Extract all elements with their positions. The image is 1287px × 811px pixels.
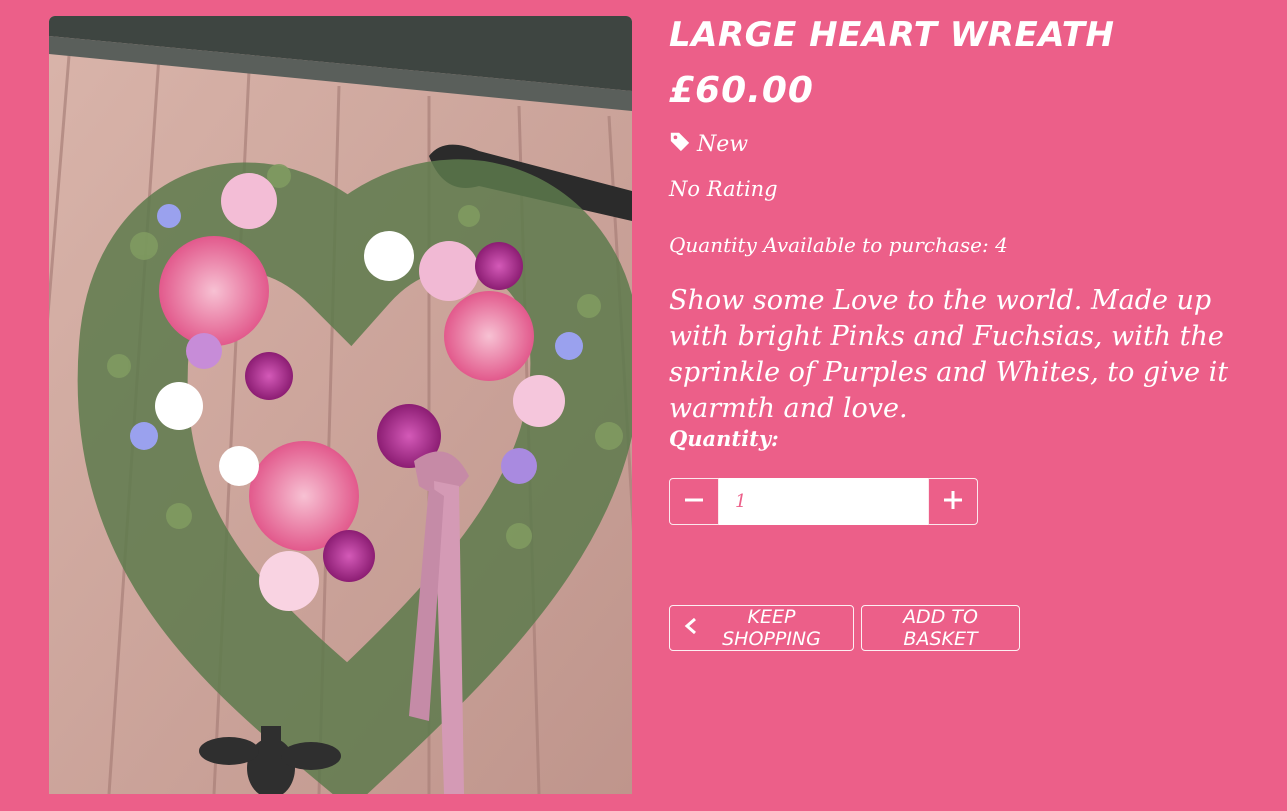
tag-icon (669, 130, 691, 158)
product-page: LARGE HEART WREATH £60.00 New No Rating … (0, 0, 1287, 811)
keep-shopping-button[interactable]: KEEP SHOPPING (669, 605, 854, 651)
product-actions: KEEP SHOPPING ADD TO BASKET (669, 605, 1020, 651)
decrease-quantity-button[interactable] (669, 478, 719, 525)
increase-quantity-button[interactable] (928, 478, 978, 525)
availability-label: Quantity Available to purchase: (669, 233, 989, 257)
quantity-label: Quantity: (669, 426, 779, 451)
keep-shopping-label: KEEP SHOPPING (722, 606, 821, 650)
wreath-photo (49, 16, 632, 794)
quantity-input[interactable] (719, 478, 928, 525)
tag-label: New (697, 131, 749, 157)
product-description: Show some Love to the world. Made up wit… (669, 285, 1229, 424)
quantity-stepper (669, 478, 978, 525)
add-to-basket-label: ADD TO BASKET (903, 606, 978, 650)
product-tag[interactable]: New (669, 130, 748, 158)
minus-icon (685, 491, 703, 513)
chevron-left-icon (684, 617, 698, 639)
product-title: LARGE HEART WREATH (669, 15, 1115, 55)
product-image (49, 16, 632, 794)
availability-value: 4 (995, 233, 1008, 257)
product-price: £60.00 (669, 70, 814, 111)
add-to-basket-button[interactable]: ADD TO BASKET (861, 605, 1020, 651)
availability: Quantity Available to purchase: 4 (669, 233, 1008, 257)
plus-icon (944, 490, 962, 513)
product-rating: No Rating (669, 177, 778, 201)
